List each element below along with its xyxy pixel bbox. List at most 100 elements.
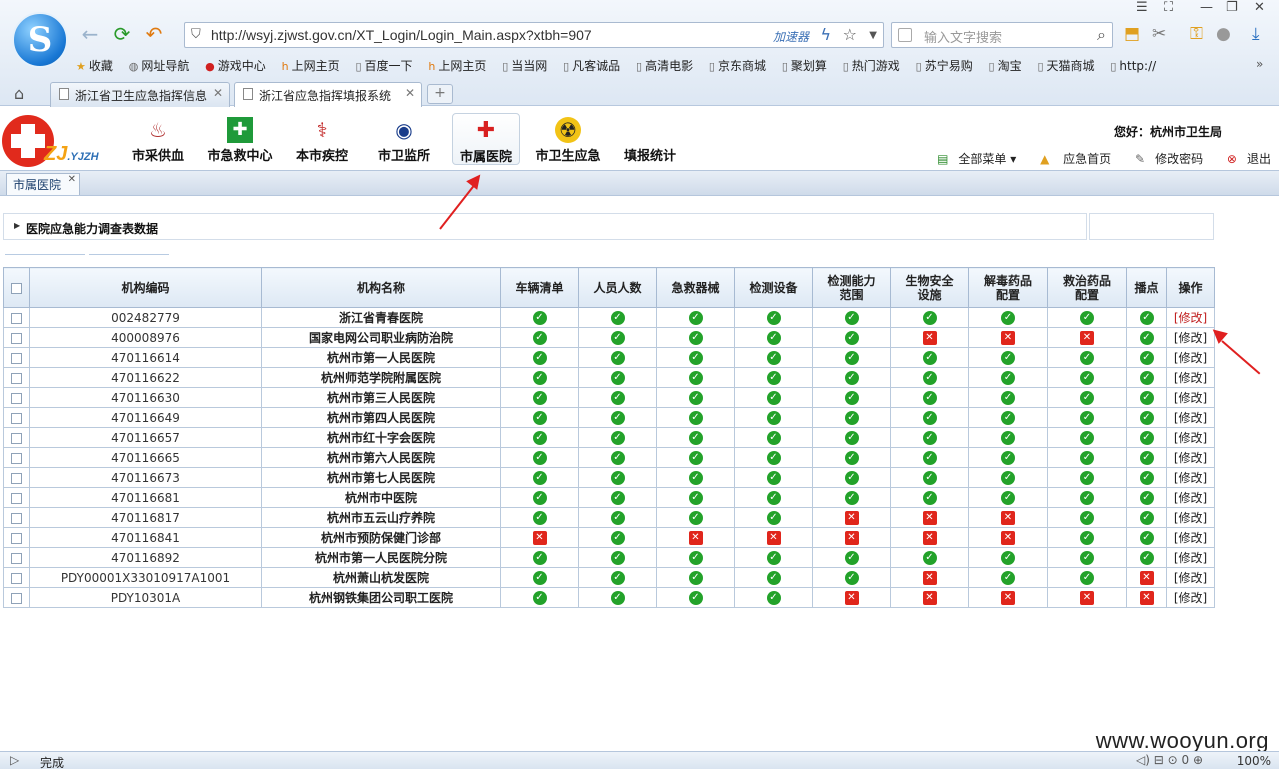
row-select-cell[interactable] bbox=[3, 327, 30, 348]
favorite-item[interactable]: ▯ 凡客诚品 bbox=[563, 57, 620, 74]
row-checkbox[interactable] bbox=[11, 572, 22, 584]
row-checkbox[interactable] bbox=[11, 432, 22, 444]
home-icon[interactable]: ⌂ bbox=[14, 84, 24, 103]
favorite-item[interactable]: ▯ http:// bbox=[1110, 59, 1156, 73]
row-checkbox[interactable] bbox=[11, 532, 22, 544]
dropdown-arrow-icon[interactable]: ▼ bbox=[869, 30, 877, 41]
column-header[interactable]: 车辆清单 bbox=[500, 267, 579, 308]
module-health-supervision[interactable]: ◉ 市卫监所 bbox=[372, 113, 436, 165]
column-header[interactable]: 播点 bbox=[1126, 267, 1167, 308]
favorite-item[interactable]: ▯ 苏宁易购 bbox=[916, 57, 973, 74]
undo-icon[interactable]: ↶ bbox=[142, 22, 166, 46]
all-menu-link[interactable]: ▤ 全部菜单 ▾ bbox=[927, 152, 1016, 166]
module-report-stats[interactable]: 填报统计 bbox=[620, 113, 680, 165]
row-checkbox[interactable] bbox=[11, 412, 22, 424]
row-select-cell[interactable] bbox=[3, 507, 30, 528]
edit-link[interactable]: [修改] bbox=[1174, 571, 1207, 585]
row-checkbox[interactable] bbox=[11, 492, 22, 504]
favorite-item[interactable]: ● 游戏中心 bbox=[205, 57, 266, 74]
edit-link[interactable]: [修改] bbox=[1174, 491, 1207, 505]
row-select-cell[interactable] bbox=[3, 307, 30, 328]
emergency-home-link[interactable]: ▲ 应急首页 bbox=[1030, 152, 1111, 166]
new-tab-button[interactable]: + bbox=[427, 84, 453, 104]
row-select-cell[interactable] bbox=[3, 387, 30, 408]
edit-link[interactable]: [修改] bbox=[1174, 451, 1207, 465]
logout-link[interactable]: ⊗ 退出 bbox=[1217, 152, 1271, 166]
row-select-cell[interactable] bbox=[3, 447, 30, 468]
column-header[interactable]: 生物安全 设施 bbox=[890, 267, 969, 308]
row-select-cell[interactable] bbox=[3, 367, 30, 388]
favorite-item[interactable]: ▯ 淘宝 bbox=[989, 57, 1022, 74]
column-header[interactable]: 人员人数 bbox=[578, 267, 657, 308]
download-icon[interactable]: ⤓ bbox=[1252, 24, 1260, 44]
accelerator-label[interactable]: 加速器 bbox=[773, 28, 809, 45]
row-select-cell[interactable] bbox=[3, 547, 30, 568]
minimize-icon[interactable]: — bbox=[1200, 0, 1213, 15]
edit-link[interactable]: [修改] bbox=[1174, 551, 1207, 565]
column-header[interactable]: 检测设备 bbox=[734, 267, 813, 308]
cloud-icon[interactable]: ⬒ bbox=[1124, 24, 1140, 44]
row-select-cell[interactable] bbox=[3, 487, 30, 508]
search-icon[interactable]: ⌕ bbox=[1097, 25, 1106, 45]
row-checkbox[interactable] bbox=[11, 512, 22, 524]
module-city-hospitals[interactable]: ✚ 市属医院 bbox=[452, 113, 520, 165]
row-checkbox[interactable] bbox=[11, 592, 22, 604]
favorite-item[interactable]: ▯ 高清电影 bbox=[636, 57, 693, 74]
change-password-link[interactable]: ✎ 修改密码 bbox=[1125, 152, 1203, 166]
select-all-checkbox[interactable] bbox=[11, 282, 22, 294]
row-checkbox[interactable] bbox=[11, 452, 22, 464]
favorite-item[interactable]: ★ 收藏 bbox=[76, 57, 113, 74]
edit-link[interactable]: [修改] bbox=[1174, 411, 1207, 425]
column-header[interactable]: 检测能力 范围 bbox=[812, 267, 891, 308]
column-header[interactable]: 急救器械 bbox=[656, 267, 735, 308]
skin-icon[interactable]: ⛶ bbox=[1164, 0, 1173, 15]
row-select-cell[interactable] bbox=[3, 347, 30, 368]
row-checkbox[interactable] bbox=[11, 472, 22, 484]
address-url[interactable]: http://wsyj.zjwst.gov.cn/XT_Login/Login_… bbox=[211, 27, 592, 43]
favorites-more-icon[interactable]: » bbox=[1256, 57, 1263, 71]
edit-link[interactable]: [修改] bbox=[1174, 511, 1207, 525]
key-icon[interactable]: ⚿ bbox=[1190, 24, 1203, 44]
edit-link[interactable]: [修改] bbox=[1174, 331, 1207, 345]
close-tab-icon[interactable]: ✕ bbox=[68, 174, 76, 185]
back-arrow-icon[interactable]: ← bbox=[78, 22, 102, 46]
favorite-item[interactable]: ▯ 当当网 bbox=[502, 57, 547, 74]
favorite-item[interactable]: ▯ 聚划算 bbox=[782, 57, 827, 74]
edit-link[interactable]: [修改] bbox=[1174, 391, 1207, 405]
row-select-cell[interactable] bbox=[3, 567, 30, 588]
close-tab-icon[interactable]: ✕ bbox=[213, 86, 223, 100]
row-select-cell[interactable] bbox=[3, 427, 30, 448]
restore-icon[interactable]: ❐ bbox=[1226, 0, 1238, 15]
row-select-cell[interactable] bbox=[3, 407, 30, 428]
status-icons[interactable]: ◁) ⊟ ⊙ 0 ⊕ bbox=[1136, 753, 1203, 767]
favorite-item[interactable]: ▯ 京东商城 bbox=[709, 57, 766, 74]
tab-city-hospitals[interactable]: 市属医院 ✕ bbox=[6, 173, 81, 195]
edit-link[interactable]: [修改] bbox=[1174, 471, 1207, 485]
close-window-icon[interactable]: ✕ bbox=[1254, 0, 1265, 15]
lightning-icon[interactable]: ϟ bbox=[820, 25, 831, 44]
module-health-emergency[interactable]: ☢ 市卫生应急 bbox=[532, 113, 604, 165]
select-all-header[interactable] bbox=[3, 267, 30, 308]
column-header[interactable]: 机构编码 bbox=[29, 267, 262, 308]
row-select-cell[interactable] bbox=[3, 527, 30, 548]
favorite-item[interactable]: ▯ 百度一下 bbox=[355, 57, 412, 74]
column-header[interactable]: 解毒药品 配置 bbox=[968, 267, 1048, 308]
edit-link[interactable]: [修改] bbox=[1174, 371, 1207, 385]
column-header[interactable]: 机构名称 bbox=[261, 267, 501, 308]
favorite-item[interactable]: ▯ 热门游戏 bbox=[843, 57, 900, 74]
favorite-item[interactable]: ◍ 网址导航 bbox=[129, 57, 190, 74]
edit-link[interactable]: [修改] bbox=[1174, 591, 1207, 605]
row-select-cell[interactable] bbox=[3, 587, 30, 608]
row-checkbox[interactable] bbox=[11, 392, 22, 404]
row-select-cell[interactable] bbox=[3, 467, 30, 488]
edit-link[interactable]: [修改] bbox=[1174, 531, 1207, 545]
browser-tab[interactable]: 浙江省卫生应急指挥信息 ✕ bbox=[50, 82, 230, 107]
search-box[interactable]: 输入文字搜索 ⌕ bbox=[891, 22, 1113, 48]
edit-link[interactable]: [修改] bbox=[1174, 311, 1207, 325]
search-engine-icon[interactable] bbox=[898, 28, 912, 42]
address-bar[interactable]: ⛉ http://wsyj.zjwst.gov.cn/XT_Login/Logi… bbox=[184, 22, 884, 48]
module-cdc[interactable]: ⚕ 本市疾控 bbox=[290, 113, 354, 165]
zoom-level[interactable]: 100% bbox=[1237, 754, 1271, 768]
more-icon[interactable]: ● bbox=[1216, 24, 1231, 44]
row-checkbox[interactable] bbox=[11, 552, 22, 564]
